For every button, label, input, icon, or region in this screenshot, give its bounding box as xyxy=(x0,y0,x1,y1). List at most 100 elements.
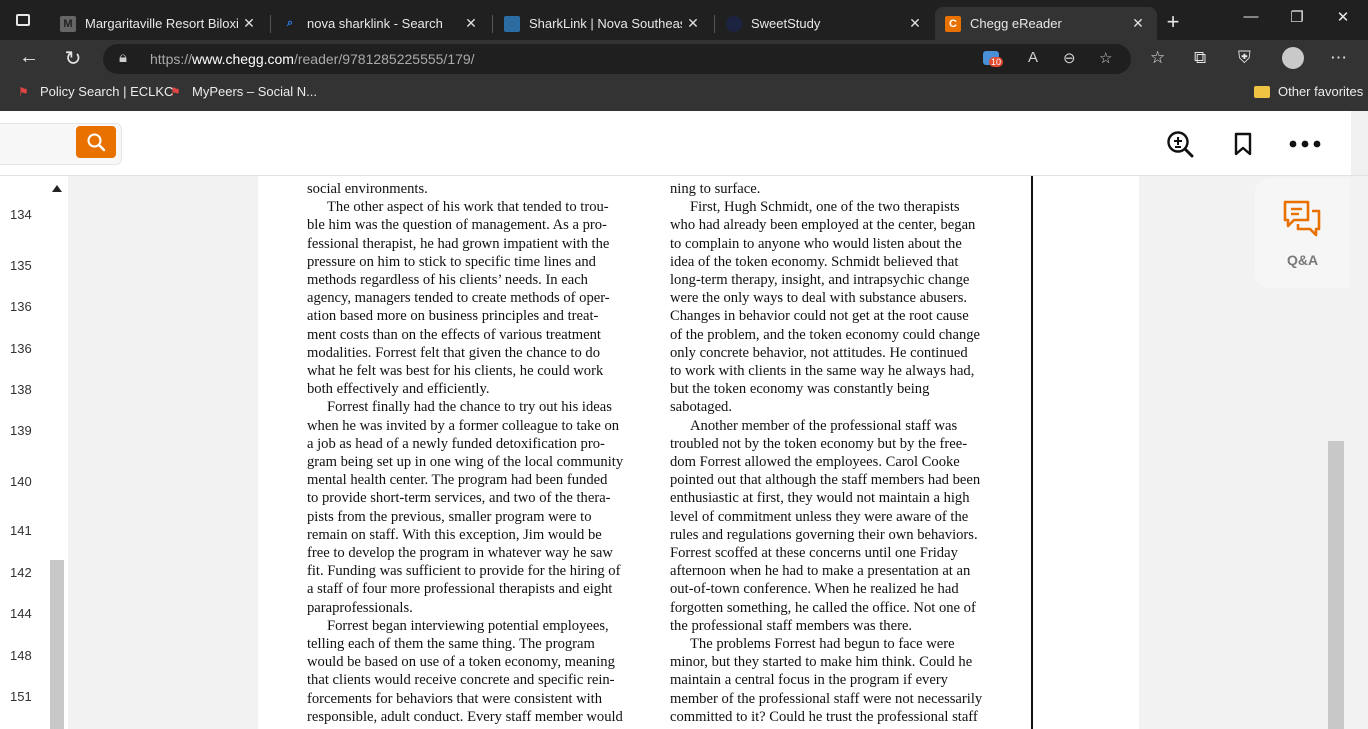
close-icon[interactable]: ✕ xyxy=(1127,15,1149,32)
scroll-up-arrow-icon[interactable] xyxy=(52,185,62,192)
restore-button[interactable]: ❐ xyxy=(1274,8,1320,26)
tab-bar: M Margaritaville Resort Biloxi - R ✕ ⌕ n… xyxy=(0,0,1368,40)
page-number-item[interactable]: 135 xyxy=(10,258,32,273)
text-line: responsible, adult conduct. Every staff … xyxy=(307,708,623,725)
page-number-item[interactable]: 136 xyxy=(10,299,32,314)
qa-panel-button[interactable]: Q&A xyxy=(1255,178,1350,288)
text-line: ation based more on business principles … xyxy=(307,308,599,325)
text-line: sabotaged. xyxy=(670,399,733,416)
text-line: member of the professional staff were no… xyxy=(670,690,983,707)
chegg-favicon: C xyxy=(945,15,961,32)
tab-divider xyxy=(492,15,493,33)
tracking-prevention-icon[interactable]: 10 xyxy=(983,49,1004,69)
text-line: forgotten something, he called the offic… xyxy=(670,599,976,616)
text-line: fit. Funding was sufficient to provide f… xyxy=(307,563,621,580)
tab-search[interactable]: ⌕ nova sharklink - Search ✕ xyxy=(272,7,490,40)
text-line: Forrest began interviewing potential emp… xyxy=(327,617,609,634)
sharklink-favicon xyxy=(504,15,520,32)
other-favorites[interactable]: Other favorites xyxy=(1254,84,1363,99)
tab-sharklink[interactable]: SharkLink | Nova Southeaster ✕ xyxy=(494,7,712,40)
mypeers-icon: ⚑ xyxy=(170,84,181,99)
page-number-item[interactable]: 151 xyxy=(10,689,32,704)
text-line: committed to it? Could he trust the prof… xyxy=(670,708,978,725)
tab-margaritaville[interactable]: M Margaritaville Resort Biloxi - R ✕ xyxy=(50,7,268,40)
text-line: mental health center. The program had be… xyxy=(307,472,608,489)
page-number-item[interactable]: 148 xyxy=(10,648,32,663)
text-line: ment costs than on the effects of variou… xyxy=(307,326,601,343)
page-scroll-thumb[interactable] xyxy=(1328,441,1344,729)
url-text: https://www.chegg.com/reader/97812852255… xyxy=(150,51,475,67)
text-line: The other aspect of his work that tended… xyxy=(327,199,609,216)
text-line: of the problem, and the token economy co… xyxy=(670,326,981,343)
page-number-item[interactable]: 142 xyxy=(10,565,32,580)
page-number-item[interactable]: 144 xyxy=(10,606,32,621)
close-icon[interactable]: ✕ xyxy=(682,15,704,32)
text-line: would be based on use of a token economy… xyxy=(307,654,615,671)
minimize-button[interactable]: — xyxy=(1228,8,1274,25)
search-icon: ⌕ xyxy=(286,17,294,29)
text-line: were the only ways to deal with substanc… xyxy=(670,290,968,307)
text-line: Forrest scoffed at these concerns until … xyxy=(670,545,958,562)
address-field[interactable]: 🔒︎ https://www.chegg.com/reader/97812852… xyxy=(103,44,1131,74)
text-line: gram being set up in one wing of the loc… xyxy=(307,454,624,471)
header-scrollbar[interactable] xyxy=(1351,111,1368,175)
more-options-icon[interactable] xyxy=(1288,129,1322,159)
close-icon[interactable]: ✕ xyxy=(904,15,926,32)
text-line: to provide short-term services, and two … xyxy=(307,490,611,507)
add-favorite-icon[interactable]: ☆ xyxy=(1099,49,1112,67)
text-line: social environments. xyxy=(307,181,428,197)
text-line: pointed out that although the staff memb… xyxy=(670,472,981,489)
text-line: methods regardless of his clients’ needs… xyxy=(307,272,588,289)
bookmark-icon[interactable] xyxy=(1228,129,1258,159)
search-button[interactable] xyxy=(76,126,116,158)
address-bar-row: ← ↻ 🔒︎ https://www.chegg.com/reader/9781… xyxy=(0,40,1368,78)
page-number-item[interactable]: 139 xyxy=(10,423,32,438)
back-icon[interactable]: ← xyxy=(14,46,44,69)
tab-chegg-ereader[interactable]: C Chegg eReader ✕ xyxy=(935,7,1157,40)
page-number-item[interactable]: 136 xyxy=(10,341,32,356)
zoom-icon[interactable] xyxy=(1165,129,1195,159)
more-menu-icon[interactable]: ⋯ xyxy=(1330,48,1347,68)
collections-icon[interactable]: ⧉ xyxy=(1194,48,1206,68)
page-number-item[interactable]: 140 xyxy=(10,474,32,489)
scroll-thumb[interactable] xyxy=(50,560,64,729)
tab-divider xyxy=(714,15,715,33)
close-icon[interactable]: ✕ xyxy=(460,15,482,32)
text-line: forcements for behaviors that were consi… xyxy=(307,690,603,707)
book-page: social environments. The other aspect of … xyxy=(258,176,1139,729)
page-number-item[interactable]: 141 xyxy=(10,523,32,538)
text-line: enthusiastic at first, they would not ma… xyxy=(670,490,970,507)
text-line: Another member of the professional staff… xyxy=(690,417,958,434)
text-line: ning to surface. xyxy=(670,181,761,197)
chat-bubbles-icon xyxy=(1283,200,1321,237)
profile-avatar[interactable] xyxy=(1282,47,1304,69)
close-window-button[interactable]: ✕ xyxy=(1320,8,1366,26)
read-aloud-icon[interactable]: A xyxy=(1028,49,1038,66)
text-line: troubled not by the token economy but by… xyxy=(670,435,968,452)
refresh-icon[interactable]: ↻ xyxy=(58,46,88,71)
browser-essentials-icon[interactable]: ⛨ xyxy=(1238,48,1251,68)
tab-title: SharkLink | Nova Southeaster xyxy=(529,16,682,31)
text-line: rules and regulations governing their ow… xyxy=(670,526,978,543)
lock-icon[interactable]: 🔒︎ xyxy=(119,49,127,66)
margaritaville-favicon: M xyxy=(60,15,76,32)
page-list-scrollbar[interactable] xyxy=(48,176,66,729)
page-number-item[interactable]: 138 xyxy=(10,382,32,397)
tab-actions-icon[interactable] xyxy=(16,14,30,26)
close-icon[interactable]: ✕ xyxy=(238,15,260,32)
text-line: but the token economy was constantly bei… xyxy=(670,381,930,398)
page-number-item[interactable]: 134 xyxy=(10,207,32,222)
new-tab-button[interactable]: + xyxy=(1160,9,1186,35)
reader-header xyxy=(0,111,1368,176)
text-line: free to develop the program in whatever … xyxy=(307,545,613,562)
text-line: Forrest finally had the chance to try ou… xyxy=(327,399,612,416)
text-line: both effectively and efficiently. xyxy=(307,381,490,398)
qa-label: Q&A xyxy=(1286,252,1319,268)
search-icon xyxy=(87,133,106,152)
favorite-policy-search[interactable]: ⚑ Policy Search | ECLKC xyxy=(18,84,173,99)
tab-sweetstudy[interactable]: SweetStudy ✕ xyxy=(716,7,934,40)
favorites-icon[interactable]: ☆ xyxy=(1150,48,1165,68)
zoom-out-icon[interactable]: ⊖ xyxy=(1063,49,1076,67)
favorite-mypeers[interactable]: ⚑ MyPeers – Social N... xyxy=(170,84,317,99)
text-line: modalities. Forrest felt that given the … xyxy=(307,344,601,361)
